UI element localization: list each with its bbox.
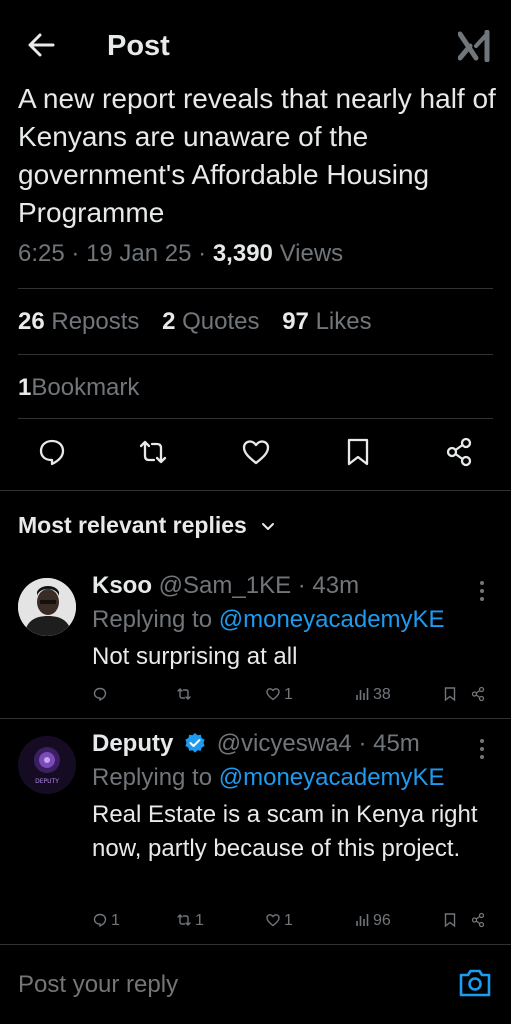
repost-icon[interactable]: [137, 436, 169, 468]
more-options-icon[interactable]: [478, 738, 486, 760]
reply-icon: [93, 687, 107, 702]
reposts-stat[interactable]: 26 Reposts: [18, 308, 139, 335]
reply-author-handle[interactable]: @vicyeswa4: [217, 730, 352, 757]
post-action-bar: [0, 436, 511, 476]
reply-reply-button[interactable]: 1: [92, 912, 120, 930]
reply-author-handle[interactable]: @Sam_1KE: [159, 572, 291, 599]
post-date: 19 Jan 25: [86, 240, 192, 267]
camera-icon[interactable]: [458, 967, 492, 999]
share-icon[interactable]: [470, 912, 486, 928]
back-arrow-icon[interactable]: [26, 30, 56, 60]
meta-separator: ·: [71, 240, 87, 267]
analytics-icon: [356, 914, 369, 926]
reply-icon[interactable]: [36, 436, 68, 468]
reply-repost-button[interactable]: 1: [176, 912, 204, 930]
like-icon: [266, 914, 280, 927]
divider: [0, 490, 511, 491]
reply-repost-button[interactable]: [176, 686, 195, 704]
reply-like-button[interactable]: 1: [265, 912, 293, 930]
divider: [18, 288, 493, 289]
reply-author-name[interactable]: Deputy: [92, 730, 173, 757]
repost-icon: [177, 914, 191, 926]
more-options-icon[interactable]: [478, 580, 486, 602]
divider: [18, 354, 493, 355]
quotes-stat[interactable]: 2 Quotes: [162, 308, 259, 335]
reply-composer: [0, 944, 511, 1024]
avatar-photo: [18, 578, 76, 636]
analytics-icon: [356, 688, 369, 700]
reply-icon: [93, 913, 107, 928]
replying-to: Replying to @moneyacademyKE: [92, 606, 445, 633]
reply-text: Real Estate is a scam in Kenya right now…: [92, 801, 478, 862]
reply-time: · 43m: [297, 572, 360, 599]
bookmarks-stat[interactable]: 1Bookmark: [18, 374, 139, 402]
reply-author-line: Deputy @vicyeswa4 · 45m: [92, 730, 420, 758]
divider: [0, 718, 511, 719]
avatar[interactable]: [18, 578, 76, 636]
like-icon: [266, 688, 280, 701]
replies-sort-label: Most relevant replies: [18, 512, 247, 538]
replying-to-handle[interactable]: @moneyacademyKE: [219, 764, 445, 791]
bookmark-icon[interactable]: [442, 912, 458, 928]
reply-like-button[interactable]: 1: [265, 686, 293, 704]
reply-views[interactable]: 96: [354, 912, 391, 930]
post-meta: 6:25 · 19 Jan 25 · 3,390 Views: [18, 240, 343, 268]
replying-to-handle[interactable]: @moneyacademyKE: [219, 606, 445, 633]
avatar-text: DEPUTY: [35, 778, 59, 785]
avatar[interactable]: DEPUTY: [18, 736, 76, 794]
divider: [18, 418, 493, 419]
chevron-down-icon: [262, 522, 275, 530]
share-icon[interactable]: [443, 436, 475, 468]
engagement-stats: 26 Reposts 2 Quotes 97 Likes: [18, 308, 388, 336]
views-count: 3,390: [212, 240, 273, 267]
reply-time: · 45m: [358, 730, 420, 757]
reply-views[interactable]: 38: [354, 686, 391, 704]
reply-input[interactable]: [18, 971, 418, 999]
meta-separator: ·: [198, 240, 213, 267]
reply-text: Not surprising at all: [92, 643, 298, 670]
repost-icon: [177, 688, 191, 700]
bookmark-icon[interactable]: [342, 436, 374, 468]
reply-reply-button[interactable]: [92, 686, 111, 704]
post-text: A new report reveals that nearly half of…: [18, 83, 496, 228]
avatar-logo: DEPUTY: [18, 736, 76, 794]
page-title: Post: [107, 30, 170, 62]
grok-icon[interactable]: [458, 30, 492, 62]
views-label: Views: [279, 240, 344, 267]
share-icon[interactable]: [470, 686, 486, 702]
verified-badge-icon: [185, 733, 205, 753]
reply-author-name[interactable]: Ksoo: [92, 572, 152, 599]
like-icon[interactable]: [240, 436, 272, 468]
post-time: 6:25: [18, 240, 65, 267]
top-bar: Post: [0, 0, 511, 92]
bookmark-icon[interactable]: [442, 686, 458, 702]
reply-author-line: Ksoo @Sam_1KE · 43m: [92, 572, 359, 600]
replies-sort-dropdown[interactable]: Most relevant replies: [18, 512, 275, 539]
replying-to: Replying to @moneyacademyKE: [92, 764, 445, 791]
likes-stat[interactable]: 97 Likes: [282, 308, 371, 335]
